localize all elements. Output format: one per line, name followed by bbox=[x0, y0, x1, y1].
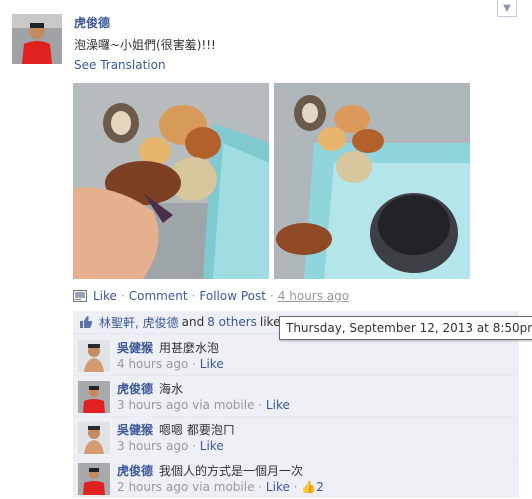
comment-item: 吳健猴 嗯嗯 都要泡ㄇ 3 hours ago · Like bbox=[73, 416, 519, 457]
commenter-name[interactable]: 吳健猴 bbox=[117, 341, 153, 355]
comment-link[interactable]: Comment bbox=[129, 289, 188, 303]
comment-time[interactable]: 4 hours ago bbox=[117, 357, 188, 371]
comment-time[interactable]: 3 hours ago bbox=[117, 398, 188, 412]
comment-text: 海水 bbox=[159, 382, 184, 396]
comment-like-link[interactable]: Like bbox=[266, 398, 290, 412]
likes-and: and bbox=[181, 315, 205, 329]
comment-text: 用甚麼水泡 bbox=[159, 341, 220, 355]
author-name[interactable]: 虎俊德 bbox=[74, 14, 110, 31]
like-link[interactable]: Like bbox=[93, 289, 117, 303]
likers-names[interactable]: 林聖軒, 虎俊德 bbox=[99, 314, 179, 331]
comment-via[interactable]: via mobile bbox=[192, 480, 254, 494]
comment-item: 虎俊德 海水 3 hours ago via mobile · Like bbox=[73, 375, 519, 416]
chevron-down-icon: ▼ bbox=[503, 2, 511, 14]
comment-item: 虎俊德 我個人的方式是一個月一次 2 hours ago via mobile ·… bbox=[73, 457, 519, 498]
comment-item: 吳健猴 用甚麼水泡 4 hours ago · Like bbox=[73, 334, 519, 375]
post-menu-button[interactable]: ▼ bbox=[497, 0, 517, 17]
commenter-avatar[interactable] bbox=[78, 340, 110, 372]
comment-likes-count[interactable]: 2 bbox=[316, 480, 324, 494]
author-avatar[interactable] bbox=[12, 14, 62, 64]
photo-icon bbox=[73, 290, 87, 302]
action-separator: · bbox=[269, 289, 274, 303]
comment-like-link[interactable]: Like bbox=[266, 480, 290, 494]
commenter-avatar[interactable] bbox=[78, 381, 110, 413]
comment-text: 嗯嗯 都要泡ㄇ bbox=[159, 423, 235, 437]
comment-like-link[interactable]: Like bbox=[200, 439, 224, 453]
commenter-name[interactable]: 虎俊德 bbox=[117, 464, 153, 478]
thumbs-up-icon[interactable]: 👍 bbox=[301, 480, 316, 494]
commenter-name[interactable]: 虎俊德 bbox=[117, 382, 153, 396]
post-photo-1[interactable] bbox=[73, 83, 269, 279]
timestamp-tooltip: Thursday, September 12, 2013 at 8:50pm bbox=[279, 316, 532, 340]
others-link[interactable]: 8 others bbox=[207, 315, 257, 329]
comment-text: 我個人的方式是一個月一次 bbox=[159, 464, 304, 478]
action-separator: · bbox=[191, 289, 196, 303]
comment-time[interactable]: 2 hours ago bbox=[117, 480, 188, 494]
post-photo-2[interactable] bbox=[274, 83, 470, 279]
comment-time[interactable]: 3 hours ago bbox=[117, 439, 188, 453]
commenter-avatar[interactable] bbox=[78, 422, 110, 454]
post-timestamp[interactable]: 4 hours ago bbox=[278, 289, 349, 303]
follow-post-link[interactable]: Follow Post bbox=[199, 289, 266, 303]
commenter-avatar[interactable] bbox=[78, 463, 110, 495]
action-separator: · bbox=[120, 289, 125, 303]
post-message: 泡澡囉~小姐們(很害羞)!!! bbox=[74, 38, 216, 52]
see-translation-link[interactable]: See Translation bbox=[74, 58, 166, 72]
comment-via[interactable]: via mobile bbox=[192, 398, 254, 412]
comment-like-link[interactable]: Like bbox=[200, 357, 224, 371]
post-actions: Like · Comment · Follow Post · 4 hours a… bbox=[73, 289, 349, 303]
thumbs-up-icon bbox=[79, 315, 93, 329]
commenter-name[interactable]: 吳健猴 bbox=[117, 423, 153, 437]
